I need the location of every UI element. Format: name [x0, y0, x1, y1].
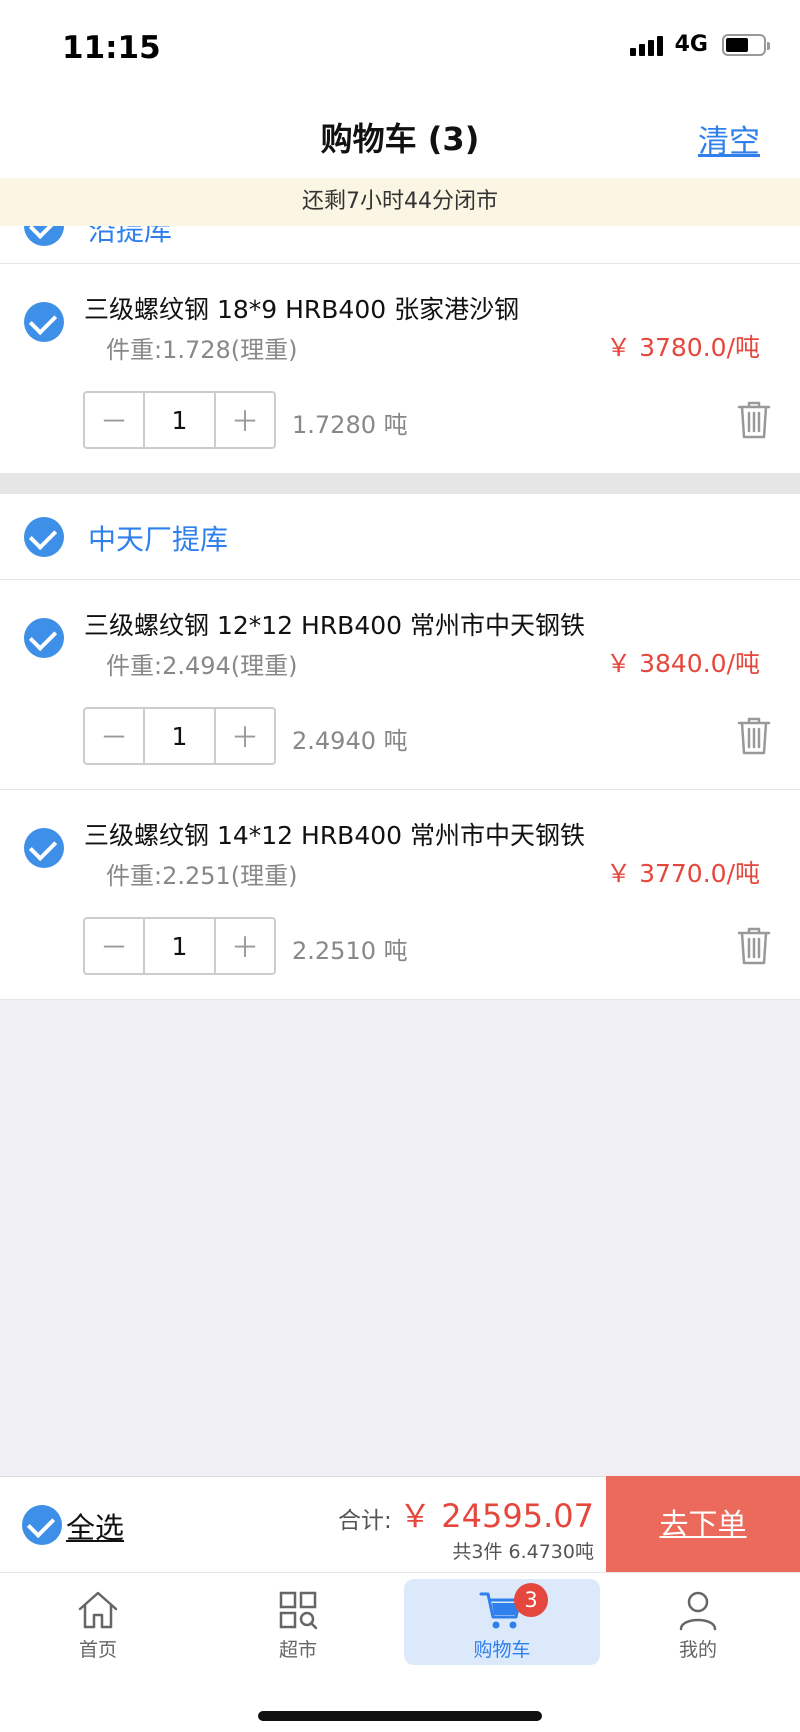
cart-item: 三级螺纹钢 12*12 HRB400 常州市中天钢铁 件重:2.494(理重) …: [0, 580, 800, 790]
tab-label: 首页: [78, 1639, 117, 1661]
user-icon: [679, 1591, 717, 1631]
item-tons: 2.4940 吨: [292, 727, 408, 755]
group-name: 沿提库: [88, 226, 173, 247]
decrease-button[interactable]: －: [85, 919, 143, 973]
tab-bar: 首页 超市 3 购物车 我的: [0, 1572, 800, 1732]
item-weight: 件重:2.251(理重): [106, 862, 298, 890]
total-amount: ￥ 24595.07: [399, 1497, 594, 1535]
select-all-check-icon[interactable]: [22, 1505, 62, 1545]
battery-icon: [722, 33, 770, 56]
select-all-toggle[interactable]: 全选: [66, 1505, 124, 1547]
home-indicator: [258, 1711, 542, 1721]
item-check-icon[interactable]: [24, 302, 64, 342]
tab-label: 我的: [678, 1639, 717, 1661]
group-divider: [0, 474, 800, 494]
item-price: ￥ 3840.0/吨: [606, 649, 760, 678]
group-header[interactable]: 沿提库: [0, 226, 800, 264]
quantity-input[interactable]: 1: [143, 919, 216, 973]
place-order-button[interactable]: 去下单: [606, 1476, 800, 1573]
increase-button[interactable]: ＋: [216, 709, 274, 763]
decrease-button[interactable]: －: [85, 709, 143, 763]
item-check-icon[interactable]: [24, 828, 64, 868]
item-price: ￥ 3770.0/吨: [606, 859, 760, 888]
increase-button[interactable]: ＋: [216, 919, 274, 973]
nav-bar: 购物车 (3) 清空: [0, 92, 800, 178]
item-price: ￥ 3780.0/吨: [606, 333, 760, 362]
market-icon: [279, 1591, 318, 1630]
clear-cart-button[interactable]: 清空: [698, 116, 760, 161]
status-time: 11:15: [62, 30, 161, 66]
item-name: 三级螺纹钢 18*9 HRB400 张家港沙钢: [84, 295, 520, 324]
quantity-stepper: － 1 ＋: [83, 391, 276, 449]
cart-list: 沿提库 三级螺纹钢 18*9 HRB400 张家港沙钢 件重:1.728(理重)…: [0, 226, 800, 1000]
home-icon: [78, 1591, 118, 1629]
trash-icon[interactable]: [736, 926, 772, 966]
tab-label: 超市: [278, 1639, 317, 1661]
quantity-input[interactable]: 1: [143, 709, 216, 763]
cart-badge: 3: [514, 1583, 548, 1617]
cart-item: 三级螺纹钢 18*9 HRB400 张家港沙钢 件重:1.728(理重) ￥ 3…: [0, 264, 800, 474]
item-name: 三级螺纹钢 14*12 HRB400 常州市中天钢铁: [84, 821, 586, 850]
cart-item: 三级螺纹钢 14*12 HRB400 常州市中天钢铁 件重:2.251(理重) …: [0, 790, 800, 1000]
trash-icon[interactable]: [736, 400, 772, 440]
total-summary: 共3件 6.4730吨: [452, 1541, 594, 1563]
quantity-stepper: － 1 ＋: [83, 707, 276, 765]
item-weight: 件重:2.494(理重): [106, 652, 298, 680]
increase-button[interactable]: ＋: [216, 393, 274, 447]
tab-profile[interactable]: 我的: [600, 1579, 796, 1665]
status-indicators: 4G: [629, 32, 770, 57]
group-check-icon[interactable]: [24, 226, 64, 246]
group-header[interactable]: 中天厂提库: [0, 494, 800, 580]
item-weight: 件重:1.728(理重): [106, 336, 298, 364]
tab-market[interactable]: 超市: [200, 1579, 396, 1665]
quantity-input[interactable]: 1: [143, 393, 216, 447]
tab-label: 购物车: [473, 1639, 531, 1661]
tab-cart[interactable]: 3 购物车: [404, 1579, 600, 1665]
quantity-stepper: － 1 ＋: [83, 917, 276, 975]
total-label: 合计:: [338, 1508, 392, 1534]
page-title: 购物车 (3): [320, 120, 480, 158]
group-name: 中天厂提库: [88, 523, 229, 556]
trash-icon[interactable]: [736, 716, 772, 756]
item-check-icon[interactable]: [24, 618, 64, 658]
tab-home[interactable]: 首页: [0, 1579, 196, 1665]
decrease-button[interactable]: －: [85, 393, 143, 447]
network-type: 4G: [674, 32, 708, 57]
item-name: 三级螺纹钢 12*12 HRB400 常州市中天钢铁: [84, 611, 586, 640]
status-bar: 11:15 4G: [0, 0, 800, 92]
group-check-icon[interactable]: [24, 517, 64, 557]
signal-icon: [629, 34, 663, 56]
checkout-bar: 全选 合计: ￥ 24595.07 共3件 6.4730吨 去下单: [0, 1476, 800, 1573]
item-tons: 1.7280 吨: [292, 411, 408, 439]
item-tons: 2.2510 吨: [292, 937, 408, 965]
market-close-notice: 还剩7小时44分闭市: [0, 178, 800, 226]
